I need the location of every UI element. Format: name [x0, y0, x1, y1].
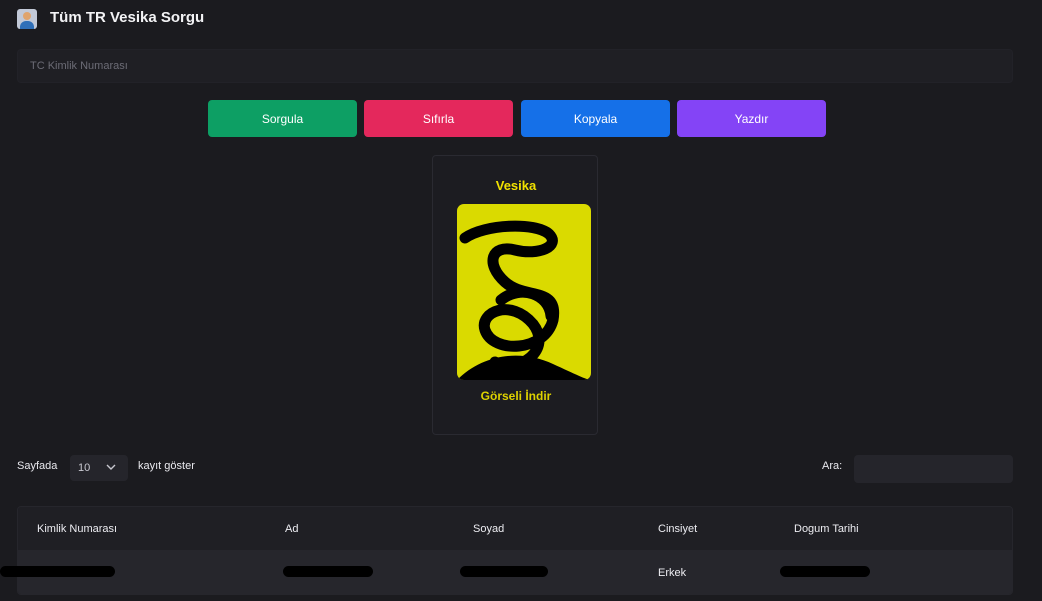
- page-length-value: 10: [78, 462, 91, 474]
- photo-card: Vesika Görseli İndir: [432, 155, 598, 435]
- column-cinsiyet[interactable]: Cinsiyet: [658, 523, 697, 535]
- page-title: Tüm TR Vesika Sorgu: [50, 9, 205, 26]
- print-button[interactable]: Yazdır: [677, 100, 826, 137]
- table-search-label: Ara:: [822, 460, 843, 472]
- copy-button[interactable]: Kopyala: [521, 100, 670, 137]
- redaction-kimlik: [0, 566, 115, 577]
- table-header: Kimlik Numarası Ad Soyad Cinsiyet Dogum …: [18, 507, 1012, 550]
- redacted-photo-scribble: [457, 220, 591, 380]
- redaction-ad: [283, 566, 373, 577]
- results-table: Kimlik Numarası Ad Soyad Cinsiyet Dogum …: [17, 506, 1013, 595]
- tc-kimlik-input[interactable]: [17, 49, 1013, 83]
- column-dogum-tarihi[interactable]: Dogum Tarihi: [794, 523, 859, 535]
- column-soyad[interactable]: Soyad: [473, 523, 504, 535]
- cell-cinsiyet: Erkek: [658, 567, 687, 579]
- app-header: Tüm TR Vesika Sorgu: [0, 0, 1042, 40]
- redaction-dogum: [780, 566, 870, 577]
- download-image-link[interactable]: Görseli İndir: [433, 389, 599, 403]
- column-ad[interactable]: Ad: [285, 523, 298, 535]
- column-kimlik[interactable]: Kimlik Numarası: [37, 523, 117, 535]
- redaction-soyad: [460, 566, 548, 577]
- reset-button[interactable]: Sıfırla: [364, 100, 513, 137]
- query-button[interactable]: Sorgula: [208, 100, 357, 137]
- table-search-input[interactable]: [854, 455, 1013, 483]
- photo-card-title: Vesika: [495, 178, 537, 193]
- page-length-select[interactable]: 10: [70, 455, 128, 481]
- page-length-prefix: Sayfada: [17, 460, 58, 472]
- page-length-suffix: kayıt göster: [138, 460, 195, 472]
- id-photo-icon: [17, 9, 37, 29]
- id-photo: [457, 204, 591, 380]
- chevron-down-icon: [106, 464, 116, 470]
